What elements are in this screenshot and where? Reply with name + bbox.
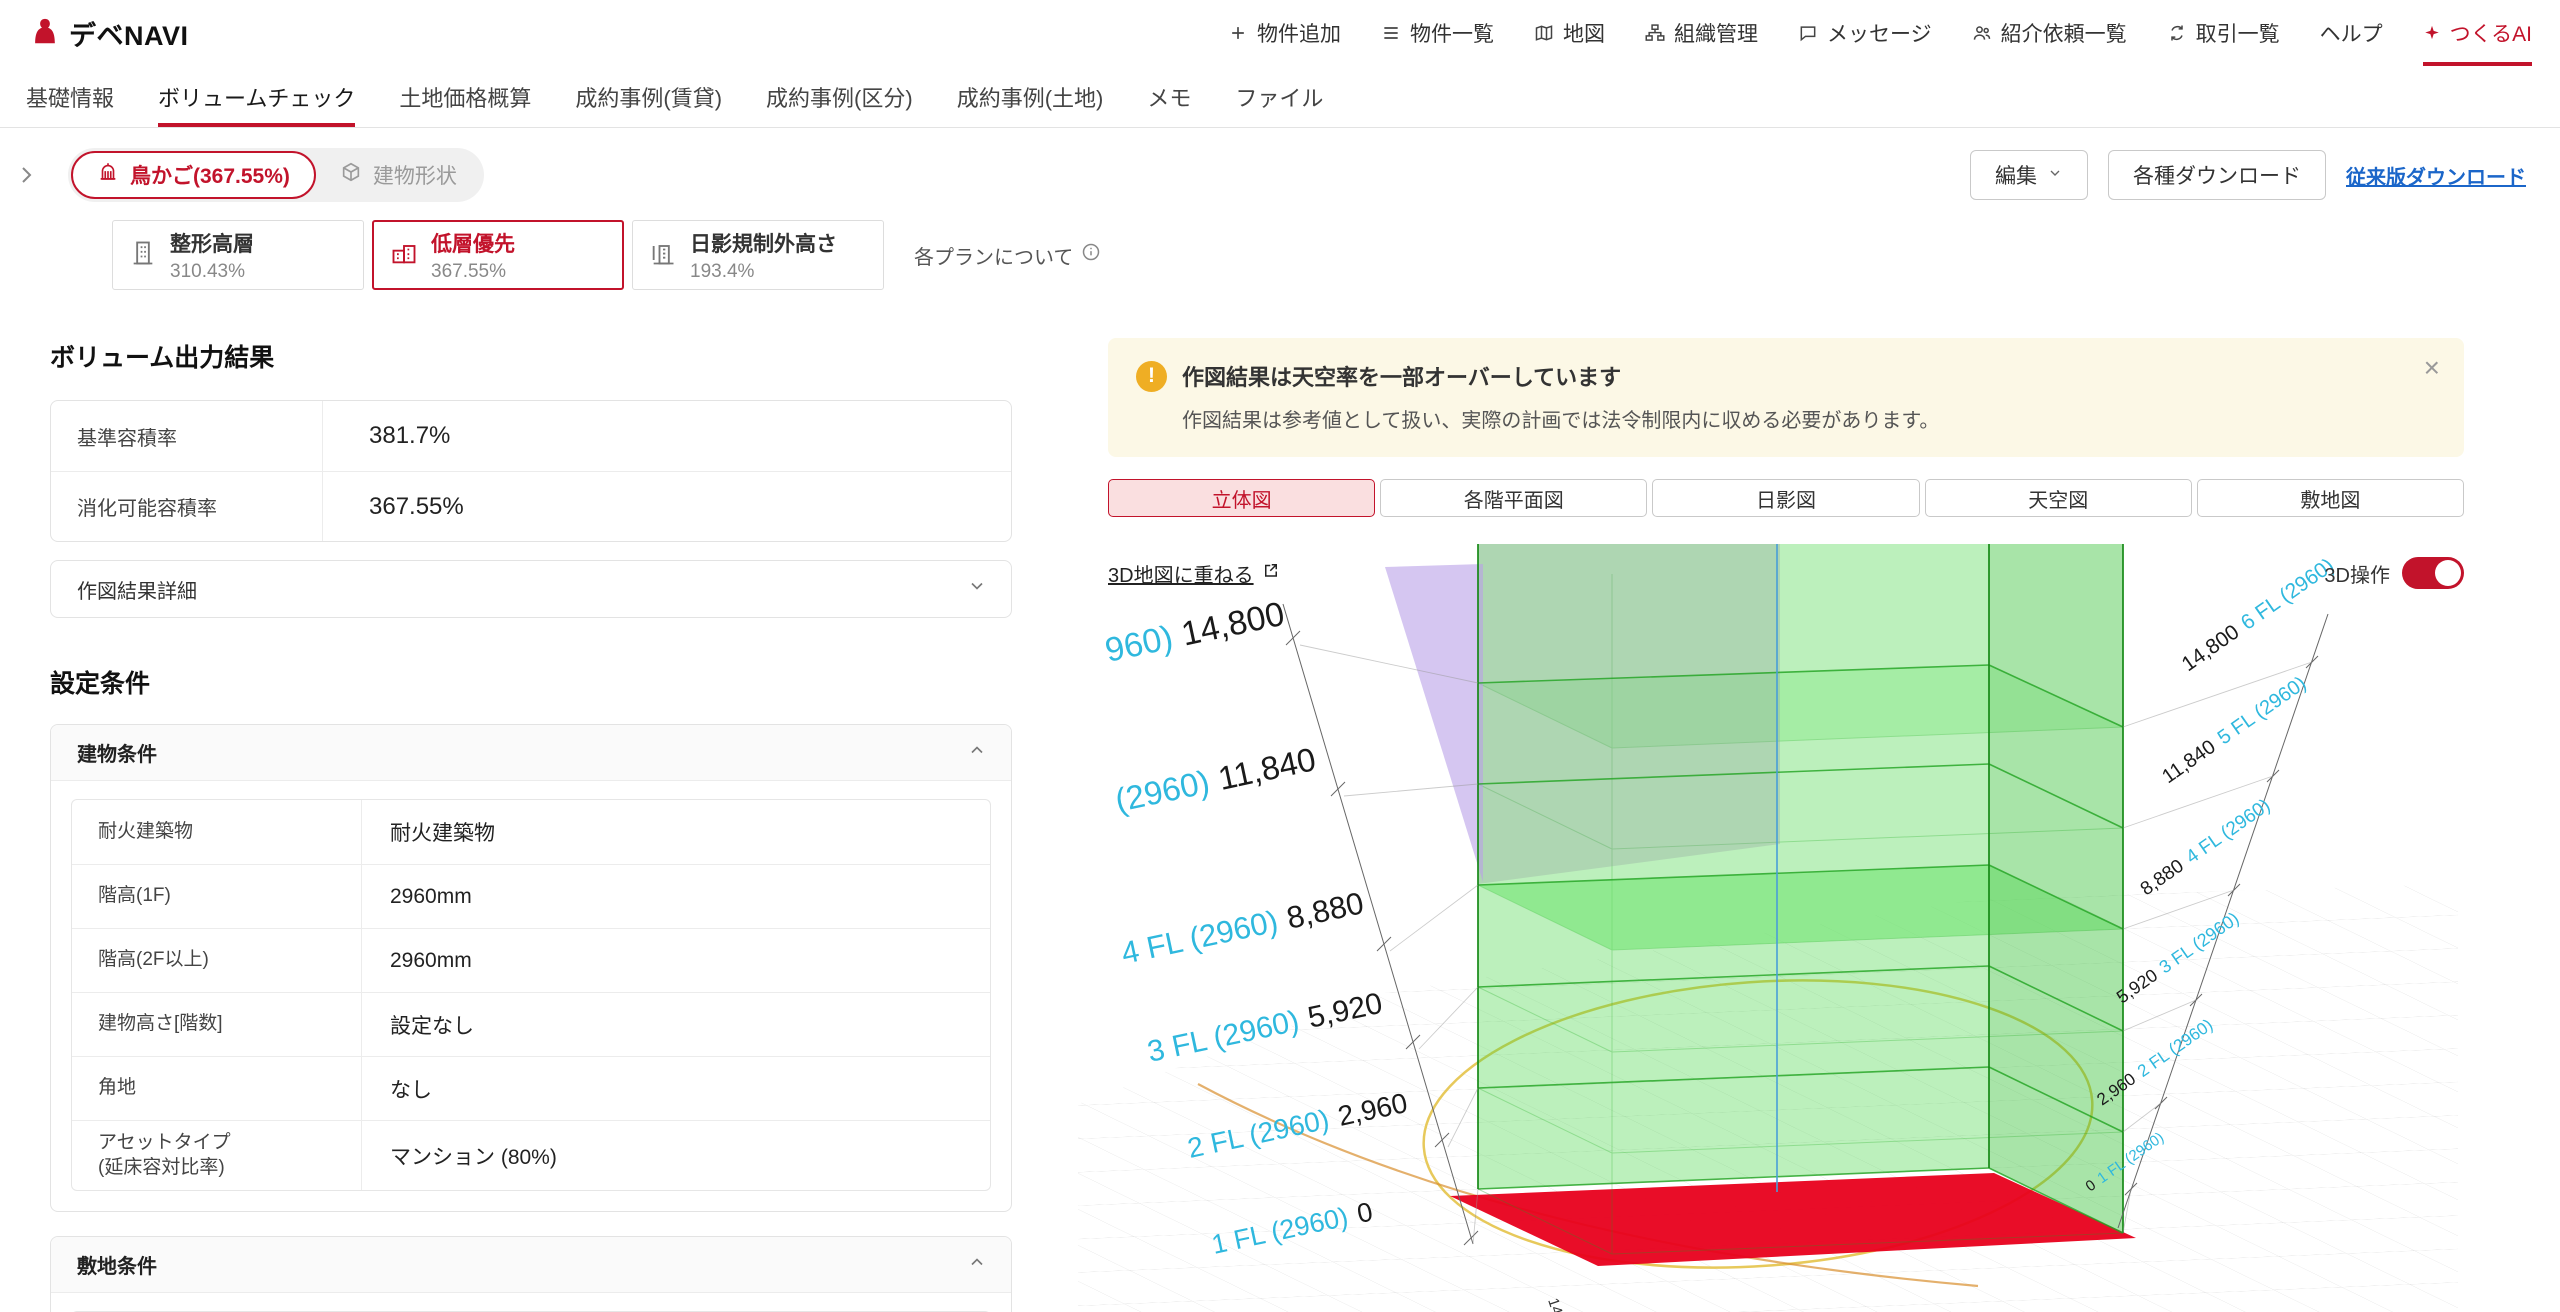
viewer-view-tabs: 立体図 各階平面図 日影図 天空図 敷地図 bbox=[1108, 479, 2464, 517]
nav-help[interactable]: ヘルプ bbox=[2320, 0, 2383, 66]
sparkle-icon bbox=[2423, 24, 2441, 42]
svg-text:11,8405 FL (2960): 11,8405 FL (2960) bbox=[2158, 672, 2310, 788]
view-tab-rittaizu[interactable]: 立体図 bbox=[1108, 479, 1375, 517]
table-row: アセットタイプ (延床容対比率) マンション (80%) bbox=[72, 1120, 990, 1190]
viewer-column: ! 作図結果は天空率を一部オーバーしています 作図結果は参考値として扱い、実際の… bbox=[1108, 338, 2464, 589]
about-plans-link[interactable]: 各プランについて bbox=[914, 241, 1101, 270]
table-row: 階高(1F) 2960mm bbox=[72, 864, 990, 928]
sync-arrows-icon bbox=[2167, 23, 2187, 43]
people-icon bbox=[1972, 23, 1992, 43]
3d-viewport[interactable]: 960)14,800 (2960)11,840 4 FL (2960)8,880… bbox=[1078, 544, 2458, 1312]
tab-cases-land[interactable]: 成約事例(土地) bbox=[957, 66, 1104, 127]
building-conditions-header[interactable]: 建物条件 bbox=[51, 725, 1011, 781]
plan-cards-row: 整形高層 310.43% 低層優先 367.55% 日影規制外高さ 193.4%… bbox=[112, 220, 2560, 290]
3d-toggle-label: 3D操作 bbox=[2324, 559, 2390, 588]
view-tab-kakukai-heimenzu[interactable]: 各階平面図 bbox=[1380, 479, 1647, 517]
nav-messages[interactable]: メッセージ bbox=[1798, 0, 1932, 66]
nav-referral-list[interactable]: 紹介依頼一覧 bbox=[1972, 0, 2127, 66]
volume-toolbar: 鳥かご(367.55%) 建物形状 編集 各種ダウンロード 従来版ダウンロード bbox=[0, 128, 2560, 202]
nav-property-list[interactable]: 物件一覧 bbox=[1381, 0, 1494, 66]
collapse-chevron-icon[interactable] bbox=[14, 163, 38, 187]
nav-add-property[interactable]: 物件追加 bbox=[1228, 0, 1341, 66]
page-tabbar: 基礎情報 ボリュームチェック 土地価格概算 成約事例(賃貸) 成約事例(区分) … bbox=[0, 66, 2560, 128]
list-icon bbox=[1381, 23, 1401, 43]
tab-land-price[interactable]: 土地価格概算 bbox=[399, 66, 531, 127]
overlay-3d-map-link[interactable]: 3D地図に重ねる bbox=[1108, 559, 1280, 588]
tab-memo[interactable]: メモ bbox=[1147, 66, 1191, 127]
svg-text:(2960)11,840: (2960)11,840 bbox=[1112, 740, 1319, 819]
shadow-height-building-icon bbox=[649, 239, 677, 272]
svg-text:960)14,800: 960)14,800 bbox=[1102, 595, 1288, 670]
chevron-down-icon bbox=[2047, 163, 2063, 187]
cube-icon bbox=[340, 161, 362, 189]
plan-card-seikei-kousou[interactable]: 整形高層 310.43% bbox=[112, 220, 364, 290]
plan-card-teisou-yuusen[interactable]: 低層優先 367.55% bbox=[372, 220, 624, 290]
chevron-up-icon bbox=[967, 1252, 987, 1278]
output-heading: ボリューム出力結果 bbox=[50, 338, 1012, 374]
drawing-detail-accordion[interactable]: 作図結果詳細 bbox=[50, 560, 1012, 618]
sky-factor-gray-plane bbox=[1478, 544, 1780, 884]
tab-files[interactable]: ファイル bbox=[1235, 66, 1323, 127]
results-column: ボリューム出力結果 基準容積率 381.7% 消化可能容積率 367.55% 作… bbox=[50, 338, 1012, 1312]
lowrise-building-icon bbox=[390, 239, 418, 272]
external-link-icon bbox=[1262, 561, 1280, 585]
tab-cases-unit[interactable]: 成約事例(区分) bbox=[766, 66, 913, 127]
svg-text:8,8804 FL (2960): 8,8804 FL (2960) bbox=[2137, 795, 2274, 900]
table-row: 基準容積率 381.7% bbox=[51, 401, 1011, 471]
view-tab-hikagezu[interactable]: 日影図 bbox=[1652, 479, 1919, 517]
logo-text: デベNAVI bbox=[69, 14, 189, 53]
nav-map[interactable]: 地図 bbox=[1534, 0, 1605, 66]
app-header: デベNAVI 物件追加 物件一覧 地図 組織管理 メッセージ 紹介依頼一覧 bbox=[0, 0, 2560, 66]
download-button[interactable]: 各種ダウンロード bbox=[2108, 150, 2326, 200]
legacy-download-link[interactable]: 従来版ダウンロード bbox=[2346, 161, 2526, 190]
3d-rotate-toggle[interactable] bbox=[2402, 557, 2464, 589]
volume-right-face bbox=[1989, 544, 2123, 1233]
table-row: 消化可能容積率 367.55% bbox=[51, 471, 1011, 541]
tab-basic-info[interactable]: 基礎情報 bbox=[26, 66, 114, 127]
map-icon bbox=[1534, 23, 1554, 43]
plan-value: 367.55% bbox=[431, 261, 515, 283]
app-logo[interactable]: デベNAVI bbox=[30, 14, 189, 53]
mode-switcher: 鳥かご(367.55%) 建物形状 bbox=[68, 148, 484, 202]
nav-org-management[interactable]: 組織管理 bbox=[1645, 0, 1758, 66]
close-icon[interactable]: × bbox=[2424, 354, 2440, 382]
volume-results-table: 基準容積率 381.7% 消化可能容積率 367.55% bbox=[50, 400, 1012, 542]
edit-button[interactable]: 編集 bbox=[1970, 150, 2088, 200]
plan-value: 193.4% bbox=[690, 261, 837, 283]
table-row: 階高(2F以上) 2960mm bbox=[72, 928, 990, 992]
plan-card-hikage-kisei[interactable]: 日影規制外高さ 193.4% bbox=[632, 220, 884, 290]
table-row: 角地 なし bbox=[72, 1056, 990, 1120]
highrise-building-icon bbox=[129, 239, 157, 272]
sky-factor-purple-plane bbox=[1385, 564, 1483, 882]
site-conditions-header[interactable]: 敷地条件 bbox=[51, 1237, 1011, 1293]
view-tab-shikichizu[interactable]: 敷地図 bbox=[2197, 479, 2464, 517]
logo-icon bbox=[30, 16, 60, 51]
view-tab-tenkuuzu[interactable]: 天空図 bbox=[1925, 479, 2192, 517]
header-nav: 物件追加 物件一覧 地図 組織管理 メッセージ 紹介依頼一覧 取引一覧 ヘルプ bbox=[1228, 0, 2532, 66]
nav-tsukuru-ai[interactable]: つくるAI bbox=[2423, 0, 2532, 66]
plus-icon bbox=[1228, 23, 1248, 43]
chevron-up-icon bbox=[967, 740, 987, 766]
chat-icon bbox=[1798, 23, 1818, 43]
birdcage-icon bbox=[97, 161, 119, 189]
info-icon bbox=[1081, 242, 1101, 268]
tab-cases-rental[interactable]: 成約事例(賃貸) bbox=[575, 66, 722, 127]
chevron-down-icon bbox=[967, 576, 987, 602]
conditions-heading: 設定条件 bbox=[50, 664, 1012, 700]
tab-volume-check[interactable]: ボリュームチェック bbox=[158, 66, 355, 127]
nav-deal-list[interactable]: 取引一覧 bbox=[2167, 0, 2280, 66]
table-row: 耐火建築物 耐火建築物 bbox=[72, 800, 990, 864]
toggle-knob bbox=[2435, 560, 2461, 586]
site-conditions-panel: 敷地条件 敷地面積 169.14 ㎡ / 51.17 坪 bbox=[50, 1236, 1012, 1312]
org-chart-icon bbox=[1645, 23, 1665, 43]
mode-building-shape-pill[interactable]: 建物形状 bbox=[316, 151, 481, 199]
sky-factor-warning-banner: ! 作図結果は天空率を一部オーバーしています 作図結果は参考値として扱い、実際の… bbox=[1108, 338, 2464, 457]
svg-text:4 FL (2960)8,880: 4 FL (2960)8,880 bbox=[1118, 885, 1367, 971]
table-row: 建物高さ[階数] 設定なし bbox=[72, 992, 990, 1056]
warning-icon: ! bbox=[1136, 361, 1167, 392]
plan-value: 310.43% bbox=[170, 261, 254, 283]
building-conditions-panel: 建物条件 耐火建築物 耐火建築物 階高(1F) 2960mm 階高(2F以上) … bbox=[50, 724, 1012, 1212]
mode-birdcage-pill[interactable]: 鳥かご(367.55%) bbox=[71, 151, 316, 199]
